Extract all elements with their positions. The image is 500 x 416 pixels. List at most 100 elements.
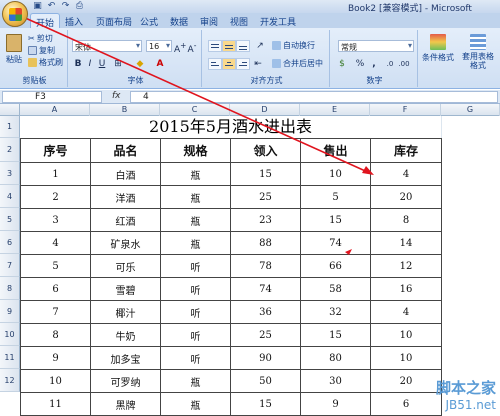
tab-developer[interactable]: 开发工具 — [260, 15, 296, 28]
column-header[interactable]: F — [370, 104, 441, 116]
merge-center-button[interactable]: 合并后居中 — [272, 58, 323, 69]
table-cell[interactable]: 25 — [230, 323, 301, 347]
table-cell[interactable]: 66 — [300, 254, 371, 278]
row-header[interactable]: 4 — [0, 185, 20, 208]
table-cell[interactable]: 78 — [230, 254, 301, 278]
table-cell[interactable]: 16 — [370, 277, 442, 301]
table-cell[interactable]: 12 — [370, 254, 442, 278]
table-cell[interactable]: 矿泉水 — [90, 231, 161, 255]
header-cell[interactable]: 规格 — [160, 138, 231, 163]
increase-decimal-icon[interactable]: .0 — [384, 58, 396, 70]
header-cell[interactable]: 售出 — [300, 138, 371, 163]
table-cell[interactable]: 白酒 — [90, 162, 161, 186]
column-header[interactable]: D — [230, 104, 300, 116]
tab-page-layout[interactable]: 页面布局 — [96, 15, 132, 28]
percent-icon[interactable]: % — [354, 58, 366, 70]
wrap-text-button[interactable]: 自动换行 — [272, 40, 315, 51]
row-header[interactable]: 9 — [0, 300, 20, 323]
number-format-combo[interactable]: 常规 — [338, 40, 414, 52]
row-header[interactable]: 8 — [0, 277, 20, 300]
italic-icon[interactable]: I — [84, 58, 96, 70]
table-cell[interactable]: 6 — [20, 277, 91, 301]
table-cell[interactable]: 5 — [20, 254, 91, 278]
align-middle-icon[interactable] — [222, 40, 236, 52]
underline-icon[interactable]: U — [96, 58, 108, 70]
row-header[interactable]: 3 — [0, 162, 20, 185]
table-cell[interactable]: 90 — [230, 346, 301, 370]
table-cell[interactable]: 雪碧 — [90, 277, 161, 301]
table-cell[interactable]: 20 — [370, 185, 442, 209]
row-header[interactable]: 7 — [0, 254, 20, 277]
table-cell[interactable]: 洋酒 — [90, 185, 161, 209]
table-cell[interactable]: 听 — [160, 254, 231, 278]
tab-data[interactable]: 数据 — [170, 15, 188, 28]
table-cell[interactable]: 10 — [20, 369, 91, 393]
comma-icon[interactable]: , — [368, 58, 380, 70]
table-cell[interactable]: 32 — [300, 300, 371, 324]
header-cell[interactable]: 序号 — [20, 138, 91, 163]
column-header[interactable]: C — [160, 104, 230, 116]
table-cell[interactable]: 15 — [230, 392, 301, 416]
name-box[interactable]: F3 — [2, 91, 102, 103]
formula-input[interactable]: 4 — [130, 91, 498, 103]
align-right-icon[interactable] — [236, 58, 250, 70]
table-cell[interactable]: 牛奶 — [90, 323, 161, 347]
decrease-decimal-icon[interactable]: .00 — [398, 58, 410, 70]
table-cell[interactable]: 9 — [300, 392, 371, 416]
align-bottom-icon[interactable] — [236, 40, 250, 52]
row-header[interactable]: 10 — [0, 323, 20, 346]
table-cell[interactable]: 瓶 — [160, 369, 231, 393]
tab-formulas[interactable]: 公式 — [140, 15, 158, 28]
tab-home[interactable]: 开始 — [30, 13, 61, 29]
select-all-corner[interactable] — [0, 104, 20, 116]
table-cell[interactable]: 3 — [20, 208, 91, 232]
row-header[interactable]: 12 — [0, 369, 20, 392]
table-cell[interactable]: 11 — [20, 392, 91, 416]
format-painter-button[interactable]: 格式刷 — [28, 57, 63, 68]
office-button[interactable] — [2, 1, 28, 27]
column-header[interactable]: A — [20, 104, 90, 116]
table-cell[interactable]: 25 — [230, 185, 301, 209]
table-cell[interactable]: 4 — [370, 162, 442, 186]
row-header[interactable]: 2 — [0, 138, 20, 162]
table-cell[interactable]: 8 — [370, 208, 442, 232]
table-cell[interactable]: 瓶 — [160, 208, 231, 232]
print-icon[interactable]: ⎙ — [74, 1, 85, 12]
table-cell[interactable]: 4 — [370, 300, 442, 324]
table-cell[interactable]: 加多宝 — [90, 346, 161, 370]
table-cell[interactable]: 听 — [160, 300, 231, 324]
table-cell[interactable]: 听 — [160, 323, 231, 347]
table-cell[interactable]: 23 — [230, 208, 301, 232]
table-cell[interactable]: 2 — [20, 185, 91, 209]
grow-font-icon[interactable]: A+ — [174, 40, 186, 55]
table-cell[interactable]: 8 — [20, 323, 91, 347]
table-cell[interactable]: 4 — [20, 231, 91, 255]
table-cell[interactable]: 15 — [300, 323, 371, 347]
table-cell[interactable]: 15 — [230, 162, 301, 186]
sheet-title-cell[interactable]: 2015年5月酒水进出表 — [20, 116, 441, 138]
header-cell[interactable]: 领入 — [230, 138, 301, 163]
table-cell[interactable]: 36 — [230, 300, 301, 324]
tab-view[interactable]: 视图 — [230, 15, 248, 28]
table-cell[interactable]: 15 — [300, 208, 371, 232]
tab-insert[interactable]: 插入 — [65, 15, 83, 28]
fx-label[interactable]: fx — [112, 91, 121, 101]
table-cell[interactable]: 50 — [230, 369, 301, 393]
table-cell[interactable]: 黑牌 — [90, 392, 161, 416]
table-cell[interactable]: 红酒 — [90, 208, 161, 232]
table-cell[interactable]: 20 — [370, 369, 442, 393]
table-cell[interactable]: 5 — [300, 185, 371, 209]
table-cell[interactable]: 椰汁 — [90, 300, 161, 324]
redo-icon[interactable]: ↷ — [60, 1, 71, 12]
fill-color-icon[interactable]: ◆ — [134, 58, 146, 70]
table-cell[interactable]: 10 — [370, 323, 442, 347]
table-cell[interactable]: 瓶 — [160, 185, 231, 209]
table-cell[interactable]: 74 — [230, 277, 301, 301]
table-cell[interactable]: 6 — [370, 392, 442, 416]
shrink-font-icon[interactable]: A- — [186, 40, 198, 55]
header-cell[interactable]: 库存 — [370, 138, 442, 163]
table-cell[interactable]: 14 — [370, 231, 442, 255]
row-header[interactable]: 6 — [0, 231, 20, 254]
font-color-icon[interactable]: A — [154, 58, 166, 70]
bold-icon[interactable]: B — [72, 58, 84, 70]
